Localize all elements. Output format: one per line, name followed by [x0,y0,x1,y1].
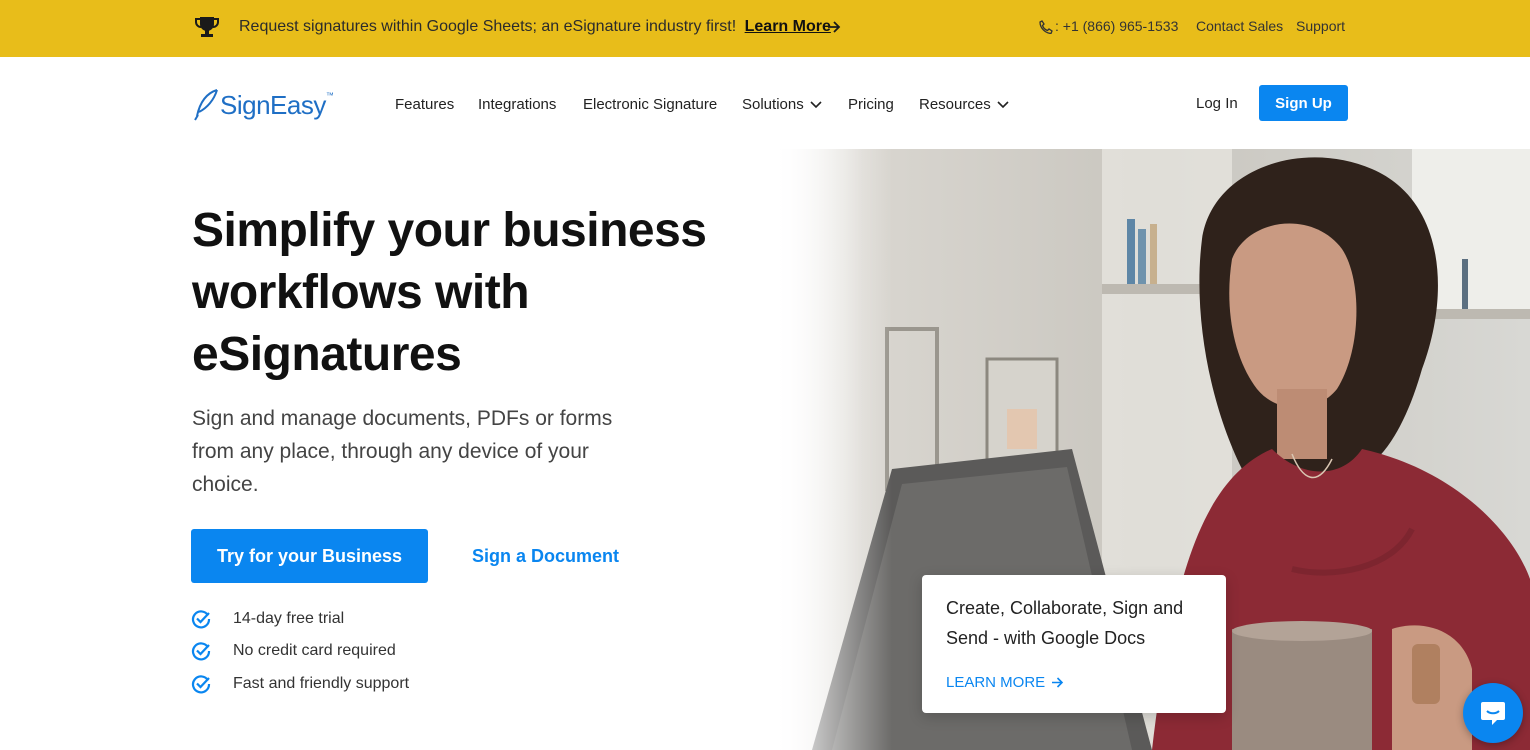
signeasy-logo[interactable]: SignEasy ™ [193,87,334,123]
nav-solutions[interactable]: Solutions [742,96,822,113]
check-text: No credit card required [233,642,396,659]
learn-more-link[interactable]: Learn More [745,18,831,35]
card-learn-more-link[interactable]: LEARN MORE [946,674,1064,691]
check-text: 14-day free trial [233,610,345,627]
support-link[interactable]: Support [1296,18,1345,34]
chat-icon [1481,702,1505,725]
feature-check-item: 14-day free trial [191,609,344,629]
logo-text: SignEasy [220,89,326,120]
signup-button[interactable]: Sign Up [1259,85,1348,121]
hero-subtitle: Sign and manage documents, PDFs or forms… [192,407,613,496]
logo-trademark: ™ [325,90,334,100]
sign-document-link[interactable]: Sign a Document [472,546,619,567]
announcement-text: Request signatures within Google Sheets;… [239,18,831,36]
announcement-message: Request signatures within Google Sheets;… [239,18,737,35]
try-for-business-button[interactable]: Try for your Business [191,529,428,583]
announcement-bar: Request signatures within Google Sheets;… [0,0,1530,57]
arrow-right-icon [1052,677,1064,688]
nav-features-label: Features [395,96,455,113]
feature-check-item: Fast and friendly support [191,674,409,694]
check-circle-icon [191,642,211,661]
hero-title: Simplify your business workflows with eS… [192,204,707,381]
login-link[interactable]: Log In [1196,95,1238,112]
check-text: Fast and friendly support [233,675,410,692]
google-docs-card: Create, Collaborate, Sign and Send - wit… [922,575,1226,713]
nav-pricing-label: Pricing [848,96,894,113]
nav-solutions-label: Solutions [742,96,804,113]
chevron-down-icon [810,100,822,108]
check-circle-icon [191,610,211,629]
arrow-right-icon[interactable] [827,20,841,34]
phone-number[interactable]: : +1 (866) 965-1533 [1055,18,1178,34]
card-learn-more-label: LEARN MORE [946,674,1046,691]
nav-electronic-signature-label: Electronic Signature [583,96,718,113]
contact-sales-link[interactable]: Contact Sales [1196,18,1283,34]
feature-check-item: No credit card required [191,641,396,661]
nav-integrations[interactable]: Integrations [478,96,556,113]
check-circle-icon [191,675,211,694]
nav-resources-label: Resources [919,96,991,113]
nav-integrations-label: Integrations [478,96,557,113]
nav-pricing[interactable]: Pricing [848,96,894,113]
logo-quill-icon [194,89,218,121]
chat-button[interactable] [1463,683,1523,743]
card-text: Create, Collaborate, Sign and Send - wit… [946,598,1184,648]
phone-icon [1039,20,1053,34]
nav-electronic-signature[interactable]: Electronic Signature [583,96,717,113]
trophy-icon [195,17,219,37]
nav-features[interactable]: Features [395,96,454,113]
nav-resources[interactable]: Resources [919,96,1009,113]
chevron-down-icon [997,100,1009,108]
